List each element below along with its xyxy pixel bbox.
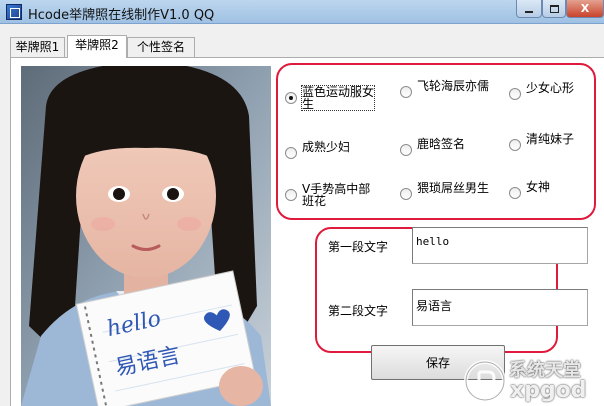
- minimize-button[interactable]: [516, 0, 542, 18]
- first-text-input[interactable]: hello: [412, 227, 588, 264]
- photo-preview: hello 易语言: [21, 66, 271, 406]
- style-option-loser-boy[interactable]: 猥琐屌丝男生: [400, 182, 489, 200]
- radio-button[interactable]: [285, 92, 297, 104]
- close-icon: X: [580, 2, 590, 15]
- style-option-girl-heart[interactable]: 少女心形: [509, 82, 598, 100]
- radio-button[interactable]: [285, 189, 297, 201]
- maximize-button[interactable]: [542, 0, 566, 18]
- close-button[interactable]: X: [566, 0, 604, 18]
- maximize-icon: [549, 4, 559, 13]
- style-option-luhan-signature[interactable]: 鹿晗签名: [400, 138, 489, 156]
- style-option-calvin-chen[interactable]: 飞轮海辰亦儒: [400, 80, 489, 98]
- style-option-mature-woman[interactable]: 成熟少妇: [285, 141, 374, 159]
- window-title: Hcode举牌照在线制作V1.0 QQ: [28, 8, 215, 23]
- app-icon: [6, 4, 22, 20]
- minimize-icon: [525, 10, 533, 13]
- radio-button[interactable]: [285, 147, 297, 159]
- tab-signature[interactable]: 个性签名: [127, 37, 195, 57]
- tab-sign-photo-1[interactable]: 举牌照1: [10, 37, 65, 57]
- watermark-line2: xpgod: [510, 378, 587, 403]
- radio-button[interactable]: [509, 139, 521, 151]
- radio-button[interactable]: [509, 88, 521, 100]
- watermark-logo-icon: [464, 360, 506, 402]
- tab-sign-photo-2[interactable]: 举牌照2: [67, 35, 127, 58]
- first-text-label: 第一段文字: [328, 240, 389, 254]
- photo-illustration: hello 易语言: [21, 66, 271, 406]
- radio-button[interactable]: [400, 188, 412, 200]
- style-option-blue-sport-girl[interactable]: 蓝色运动服女生: [285, 85, 375, 111]
- radio-button[interactable]: [509, 187, 521, 199]
- second-text-label: 第二段文字: [328, 304, 389, 318]
- radio-button[interactable]: [400, 144, 412, 156]
- style-option-pure-girl[interactable]: 清纯妹子: [509, 133, 598, 151]
- second-text-input[interactable]: 易语言: [412, 289, 588, 326]
- style-option-v-sign-class-beauty[interactable]: V手势高中部班花: [285, 183, 374, 207]
- title-bar[interactable]: Hcode举牌照在线制作V1.0 QQ X: [0, 0, 604, 24]
- radio-button[interactable]: [400, 86, 412, 98]
- watermark: 系统天堂 xpgod: [462, 356, 604, 406]
- style-option-goddess[interactable]: 女神: [509, 181, 598, 199]
